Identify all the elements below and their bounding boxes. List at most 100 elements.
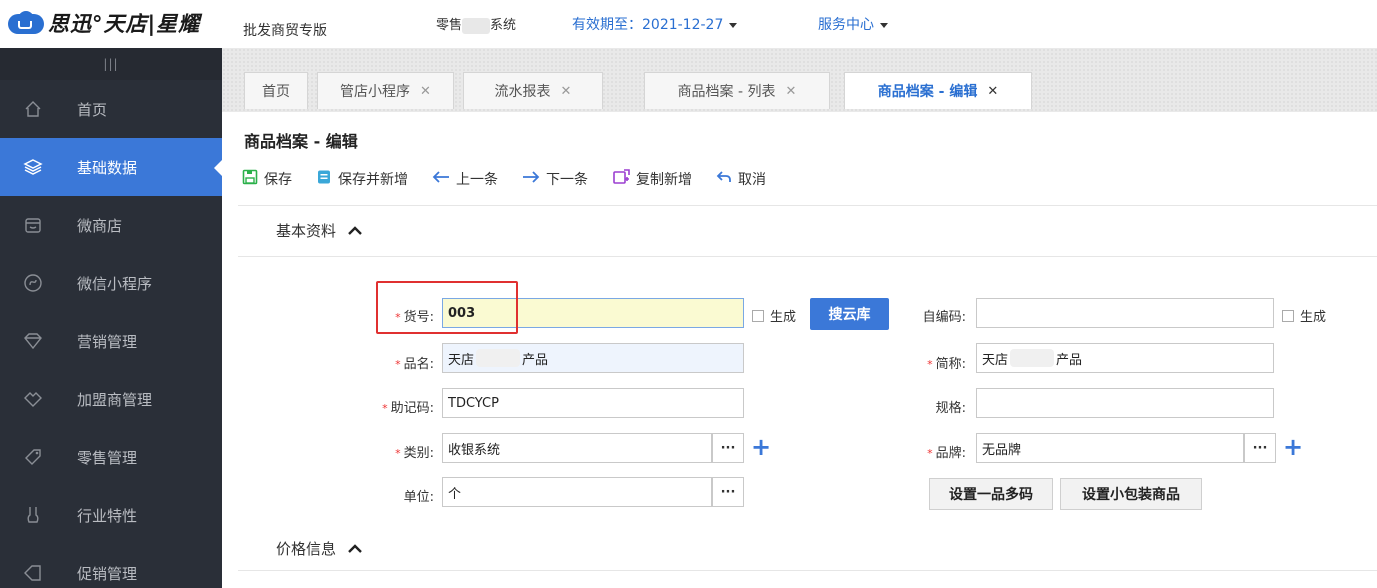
name-suffix: 产品 xyxy=(522,352,549,368)
self-code-input[interactable] xyxy=(976,298,1274,328)
brand-input[interactable]: 无品牌 xyxy=(976,433,1244,463)
product-prefix: 零售 xyxy=(436,18,463,33)
store-icon xyxy=(21,215,45,235)
tab-label: 商品档案 - 列表 xyxy=(677,84,776,100)
short-name-input[interactable]: 天店 产品 xyxy=(976,343,1274,373)
save-new-icon xyxy=(316,169,332,189)
sidebar-item-label: 零售管理 xyxy=(77,448,138,467)
close-icon[interactable]: ✕ xyxy=(420,84,431,99)
name-input[interactable]: 天店 产品 xyxy=(442,343,744,373)
short-name-label: * 简称: xyxy=(927,357,966,372)
sidebar-item-micro-store[interactable]: 微商店 xyxy=(0,196,222,254)
close-icon[interactable]: ✕ xyxy=(987,84,998,99)
checkbox-label: 生成 xyxy=(1300,310,1327,325)
service-text: 服务中心 xyxy=(818,17,874,33)
chevron-up-icon xyxy=(348,223,362,239)
prev-record-button[interactable]: 上一条 xyxy=(432,169,498,189)
close-icon[interactable]: ✕ xyxy=(561,84,572,99)
chevron-up-icon xyxy=(348,541,362,557)
arrow-left-icon xyxy=(432,170,450,188)
name-label: * 品名: xyxy=(395,357,434,372)
sidebar-toggle[interactable]: ||| xyxy=(0,48,222,80)
generate-item-no-checkbox[interactable]: 生成 xyxy=(752,306,796,325)
sidebar-item-industry[interactable]: 行业特性 xyxy=(0,486,222,544)
sidebar-item-label: 行业特性 xyxy=(77,506,138,525)
save-new-label: 保存并新增 xyxy=(338,172,408,188)
cancel-button[interactable]: 取消 xyxy=(716,169,766,189)
tab-flow-report[interactable]: 流水报表 ✕ xyxy=(463,72,603,109)
save-and-new-button[interactable]: 保存并新增 xyxy=(316,169,408,189)
cancel-label: 取消 xyxy=(738,172,766,188)
label-text: 简称: xyxy=(935,357,966,372)
service-center-dropdown[interactable]: 服务中心 xyxy=(818,14,888,34)
short-prefix: 天店 xyxy=(982,352,1009,368)
section-title-text: 价格信息 xyxy=(276,540,337,558)
prev-label: 上一条 xyxy=(456,172,498,188)
sidebar-item-retail[interactable]: 零售管理 xyxy=(0,428,222,486)
miniprogram-icon xyxy=(21,273,45,293)
section-title-text: 基本资料 xyxy=(276,222,337,240)
sidebar-item-label: 微商店 xyxy=(77,216,123,235)
main-content: 首页 管店小程序 ✕ 流水报表 ✕ 商品档案 - 列表 ✕ 商品档案 - 编辑 ✕ 商品… xyxy=(222,48,1377,588)
section-price-info[interactable]: 价格信息 xyxy=(276,538,362,559)
sidebar-item-basic-data[interactable]: 基础数据 xyxy=(0,138,222,196)
tab-store-miniprogram[interactable]: 管店小程序 ✕ xyxy=(317,72,454,109)
top-header: 思迅°天店|星耀 批发商贸专版 零售 系统 有效期至：2021-12-27 服务中… xyxy=(0,0,1377,48)
mnemonic-value: TDCYCP xyxy=(448,395,499,411)
handshake-icon xyxy=(21,389,45,409)
sidebar-item-marketing[interactable]: 营销管理 xyxy=(0,312,222,370)
tab-product-list[interactable]: 商品档案 - 列表 ✕ xyxy=(644,72,830,109)
tab-product-edit[interactable]: 商品档案 - 编辑 ✕ xyxy=(844,72,1032,109)
sidebar-item-label: 基础数据 xyxy=(77,158,138,177)
brand-picker-button[interactable]: ··· xyxy=(1244,433,1276,463)
mnemonic-label: * 助记码: xyxy=(382,401,434,416)
divider xyxy=(238,256,1377,257)
name-prefix: 天店 xyxy=(448,352,475,368)
redacted-mask xyxy=(1010,349,1055,367)
category-input[interactable]: 收银系统 xyxy=(442,433,712,463)
short-suffix: 产品 xyxy=(1056,352,1083,368)
validity-text: 有效期至：2021-12-27 xyxy=(572,17,724,33)
diamond-icon xyxy=(21,331,45,351)
close-icon[interactable]: ✕ xyxy=(786,84,797,99)
brand-label: * 品牌: xyxy=(927,446,966,461)
redacted-mask xyxy=(476,349,521,367)
sidebar-item-franchise[interactable]: 加盟商管理 xyxy=(0,370,222,428)
sidebar-item-label: 营销管理 xyxy=(77,332,138,351)
sidebar-item-home[interactable]: 首页 xyxy=(0,80,222,138)
unit-picker-button[interactable]: ··· xyxy=(712,477,744,507)
tab-label: 首页 xyxy=(262,84,290,100)
spec-input[interactable] xyxy=(976,388,1274,418)
category-value: 收银系统 xyxy=(448,442,501,458)
add-category-icon[interactable]: + xyxy=(751,435,771,459)
edition-label: 批发商贸专版 xyxy=(243,23,327,39)
sidebar-item-wechat-miniprogram[interactable]: 微信小程序 xyxy=(0,254,222,312)
caret-down-icon xyxy=(729,22,738,28)
sidebar-item-promotion[interactable]: 促销管理 xyxy=(0,544,222,588)
small-package-button[interactable]: 设置小包装商品 xyxy=(1060,478,1202,510)
save-icon xyxy=(242,169,258,189)
next-record-button[interactable]: 下一条 xyxy=(522,169,588,189)
copy-new-label: 复制新增 xyxy=(636,172,692,188)
sidebar-item-label: 微信小程序 xyxy=(77,274,153,293)
tab-home[interactable]: 首页 xyxy=(244,72,308,109)
generate-self-code-checkbox[interactable]: 生成 xyxy=(1282,306,1326,325)
add-brand-icon[interactable]: + xyxy=(1283,435,1303,459)
category-picker-button[interactable]: ··· xyxy=(712,433,744,463)
multi-barcode-button[interactable]: 设置一品多码 xyxy=(929,478,1053,510)
copy-new-button[interactable]: 复制新增 xyxy=(612,169,692,189)
undo-icon xyxy=(716,170,732,188)
divider xyxy=(238,205,1377,206)
checkbox-label: 生成 xyxy=(770,310,797,325)
mnemonic-input[interactable]: TDCYCP xyxy=(442,388,744,418)
tab-label: 流水报表 xyxy=(494,84,551,100)
logo[interactable]: 思迅°天店|星耀 xyxy=(6,8,200,38)
product-suffix: 系统 xyxy=(490,18,517,33)
section-basic-info[interactable]: 基本资料 xyxy=(276,220,362,241)
validity-dropdown[interactable]: 有效期至：2021-12-27 xyxy=(572,14,738,34)
toolbar: 保存 保存并新增 上一条 下一条 复制新增 取消 xyxy=(242,169,790,189)
unit-label: 单位: xyxy=(403,490,434,505)
unit-input[interactable]: 个 xyxy=(442,477,712,507)
save-button[interactable]: 保存 xyxy=(242,169,292,189)
save-label: 保存 xyxy=(264,172,292,188)
